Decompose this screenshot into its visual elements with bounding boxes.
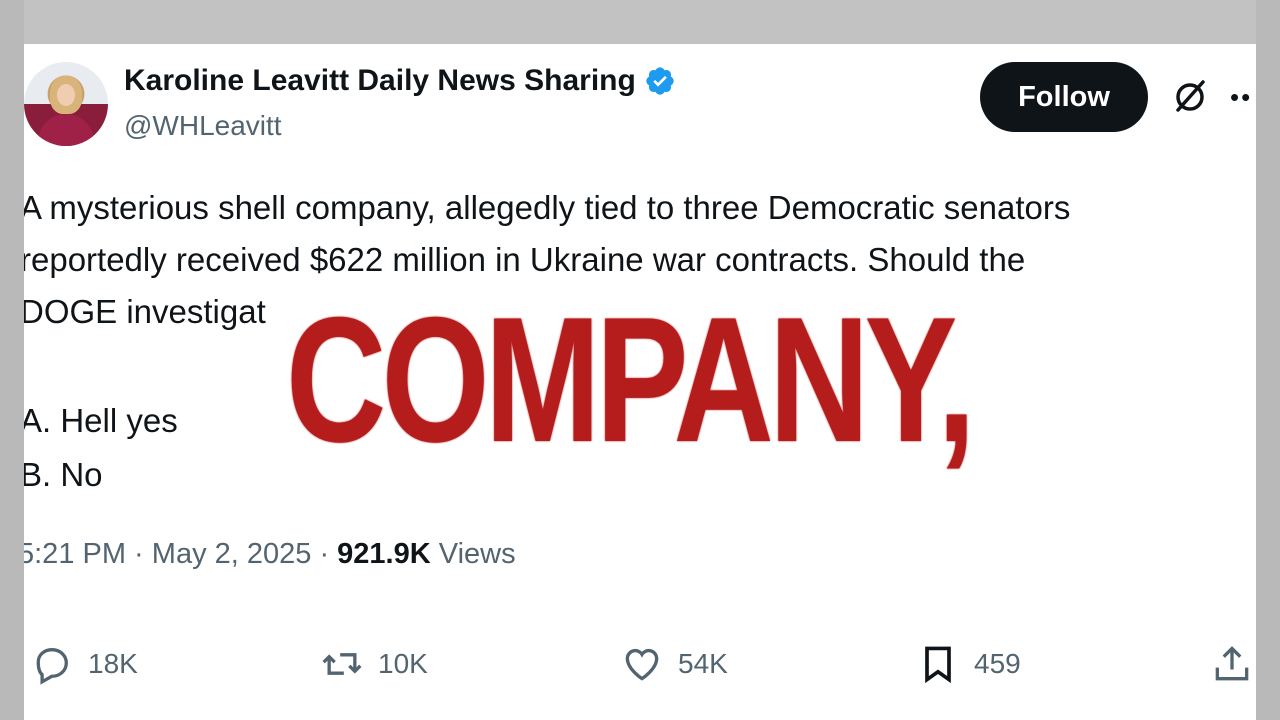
more-options-icon[interactable]: •• [1230,84,1252,110]
tweet-text-line: A mysterious shell company, allegedly ti… [24,189,1071,226]
avatar[interactable] [24,62,108,146]
background-frame-right [1256,0,1280,720]
author-name-row: Karoline Leavitt Daily News Sharing [124,64,676,98]
background-frame-top [0,0,1280,44]
poll-option-a: A. Hell yes [24,402,178,439]
heart-icon [625,649,659,681]
tweet-meta: 5:21 PM · May 2, 2025 · 921.9K Views [24,538,516,571]
repost-button[interactable]: 10K [320,642,428,686]
poll-options: A. Hell yes B. No [24,394,178,502]
tweet-date[interactable]: May 2, 2025 [152,538,312,570]
avatar-suit [38,114,94,146]
share-button[interactable] [1210,642,1254,686]
meta-separator: · [126,538,152,570]
background-frame-left [0,0,24,720]
author-handle[interactable]: @WHLeavitt [124,110,282,142]
tweet-time[interactable]: 5:21 PM [24,538,126,570]
repost-icon [322,653,362,675]
bookmark-count: 459 [974,648,1021,679]
reply-button[interactable]: 18K [30,642,138,686]
author-display-name[interactable]: Karoline Leavitt Daily News Sharing [124,64,636,98]
verified-badge-icon [646,67,674,95]
grok-icon[interactable] [1170,76,1210,116]
views-count: 921.9K [337,538,431,570]
reply-icon [36,648,68,685]
bookmark-icon [925,646,951,684]
share-icon [1215,646,1249,681]
reply-count: 18K [88,648,138,679]
avatar-face [57,84,75,106]
meta-separator: · [311,538,338,570]
poll-option-b: B. No [24,456,103,493]
action-bar: 18K 10K 54K 459 [24,642,1256,702]
views-label: Views [438,538,516,570]
overlay-caption: COMPANY, [286,280,976,479]
follow-button[interactable]: Follow [980,62,1148,132]
tweet-text-line: reportedly received $622 million in Ukra… [24,241,1026,278]
like-button[interactable]: 54K [620,642,728,686]
repost-count: 10K [378,648,428,679]
like-count: 54K [678,648,728,679]
bookmark-button[interactable]: 459 [916,642,1021,686]
